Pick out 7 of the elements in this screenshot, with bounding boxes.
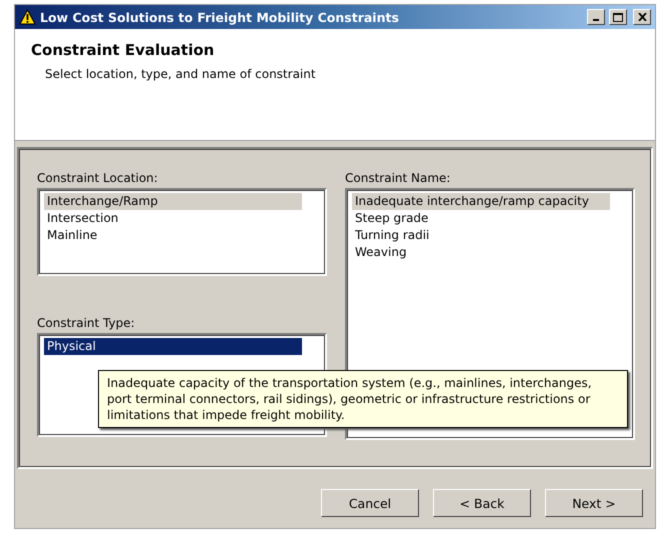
tooltip: Inadequate capacity of the transportation system (e.g., mainlines, interchanges, port terminal connectors, rail sidings), geometric or infrastructure restrictions or limitations that impede freight mobility. xyxy=(98,370,628,428)
field-label: Constraint Type: xyxy=(37,316,136,330)
field-label: Constraint Name: xyxy=(345,171,452,185)
window-title: Low Cost Solutions to Frieight Mobility Constraints xyxy=(40,10,400,24)
field-label: Constraint Location: xyxy=(37,171,159,185)
page-subtitle: Select location, type, and name of constraint xyxy=(45,67,317,81)
page-title: Constraint Evaluation xyxy=(31,41,216,59)
